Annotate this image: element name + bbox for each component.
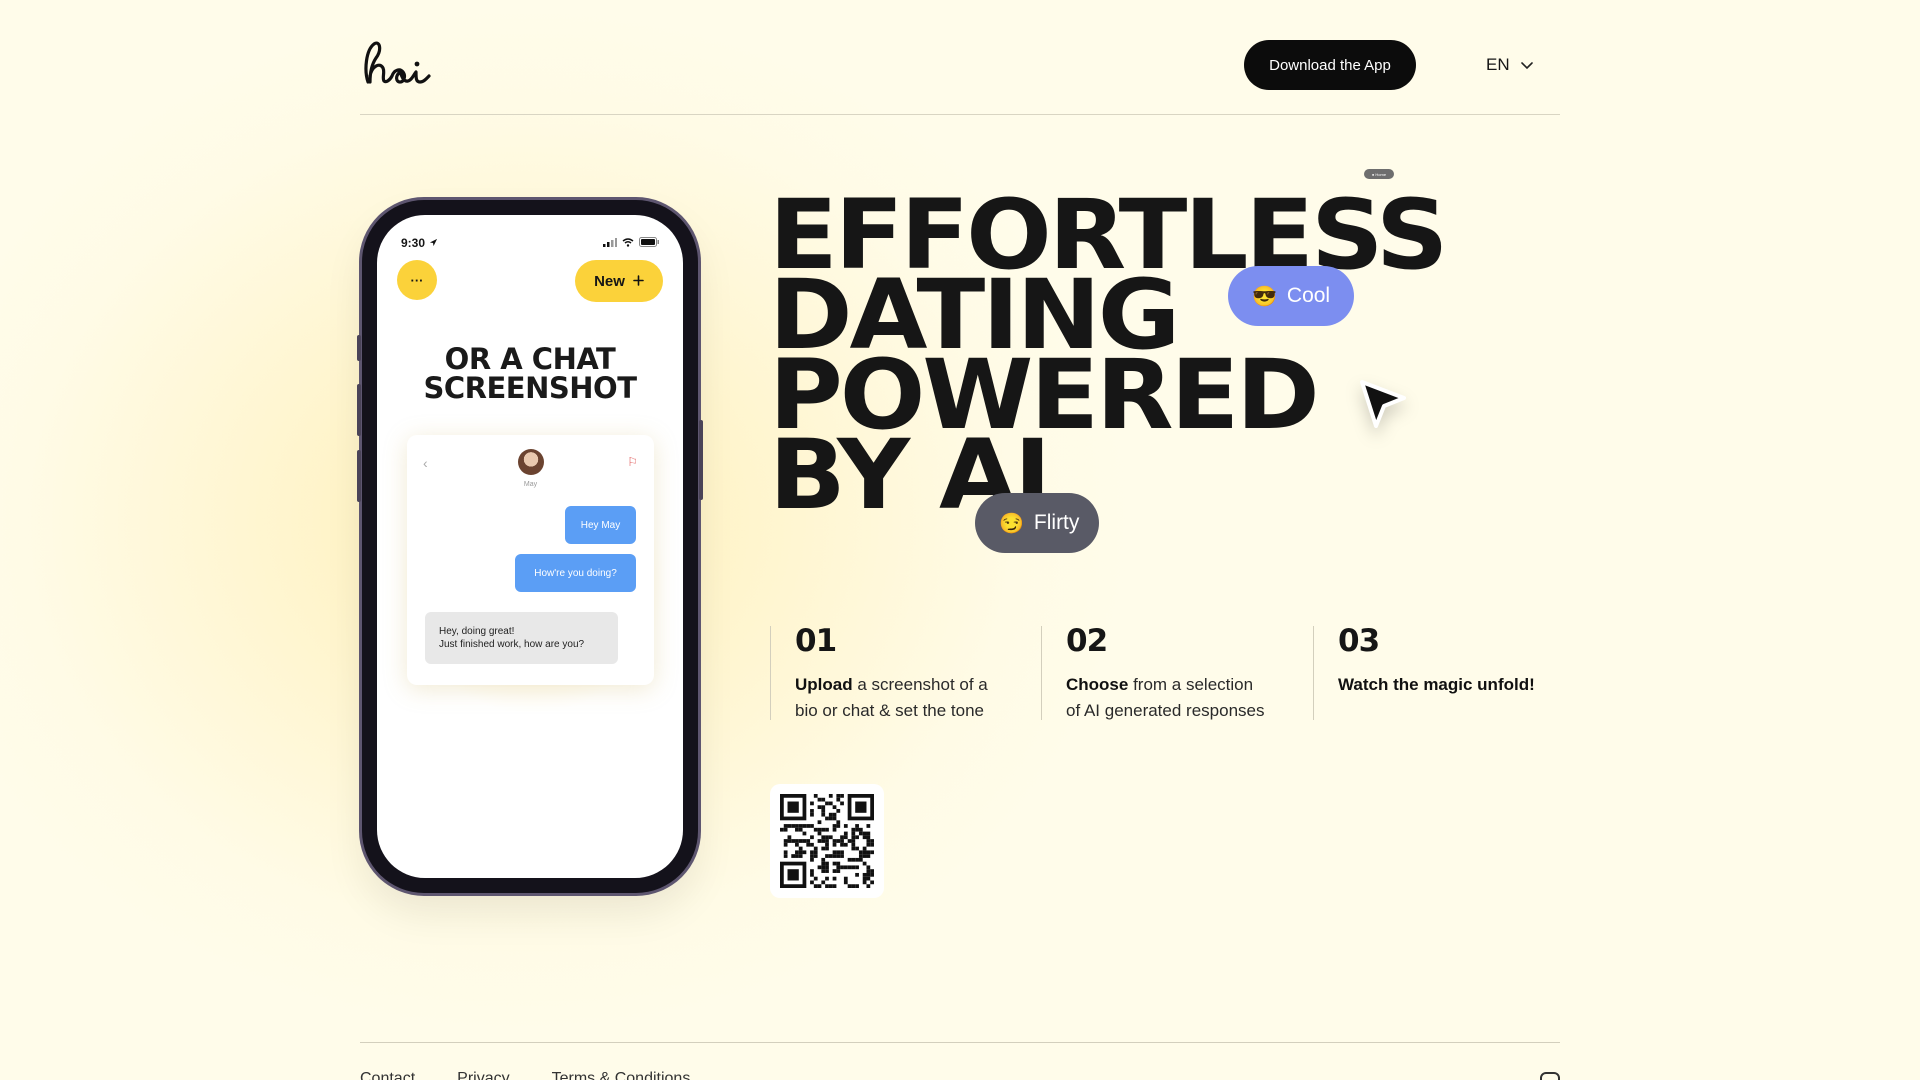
step-description: Choose from a selection of AI generated …	[1066, 672, 1301, 724]
status-time: 9:30	[401, 236, 426, 250]
chat-bubble-line: Hey, doing great!	[439, 626, 515, 637]
step-choose: 02 Choose from a selection of AI generat…	[1041, 626, 1301, 720]
qr-code[interactable]	[770, 784, 884, 898]
step-rest: from a selection	[1128, 675, 1254, 694]
flirty-emoji-icon: 😏	[999, 512, 1024, 535]
menu-dots-icon: ···	[410, 272, 424, 288]
chat-contact-name: May	[523, 481, 538, 488]
chat-screenshot-card: ‹ ⚐ May Hey May How're you doing? Hey, d…	[407, 435, 654, 685]
step-bold: Choose	[1066, 675, 1129, 694]
chat-bubble-text: Hey May	[580, 519, 621, 531]
footer-link-privacy[interactable]: Privacy	[457, 1070, 509, 1080]
hai-logo[interactable]	[360, 36, 432, 86]
chat-bubble-text: How're you doing?	[534, 567, 617, 579]
site-header: Download the App EN	[360, 0, 1560, 115]
back-chevron-icon: ‹	[423, 455, 428, 471]
phone-power-button	[699, 420, 703, 500]
cool-emoji-icon: 😎	[1252, 285, 1277, 308]
step-number: 01	[795, 623, 837, 659]
footer-link-terms[interactable]: Terms & Conditions	[552, 1070, 691, 1080]
instagram-icon[interactable]	[1540, 1072, 1560, 1080]
step-bold: Watch the magic unfold!	[1338, 675, 1535, 694]
phone-heading: OR A CHAT SCREENSHOT	[377, 345, 683, 403]
phone-mute-button	[357, 335, 361, 361]
status-bar: 9:30	[401, 235, 659, 251]
qr-code-graphic	[780, 794, 874, 888]
phone-menu-button[interactable]: ···	[397, 260, 437, 300]
step-bold: Upload	[795, 675, 853, 694]
footer-link-contact[interactable]: Contact	[360, 1070, 415, 1080]
step-number: 03	[1338, 623, 1380, 659]
status-time-group: 9:30	[401, 236, 438, 250]
location-arrow-icon	[429, 236, 438, 250]
tone-pill-flirty: 😏 Flirty	[975, 493, 1099, 553]
tone-pill-cool: 😎 Cool	[1228, 266, 1354, 326]
step-rest: a screenshot of a	[852, 675, 988, 694]
chat-bubble-line: Just finished work, how are you?	[439, 639, 585, 650]
avatar	[518, 449, 544, 475]
wifi-icon	[622, 236, 634, 250]
step-description: Watch the magic unfold!	[1338, 672, 1573, 698]
tiny-tag-pill: ● Home	[1364, 169, 1394, 179]
download-app-label: Download the App	[1269, 56, 1391, 74]
download-app-button[interactable]: Download the App	[1244, 40, 1416, 90]
chat-bubble-text: Hey, doing great! Just finished work, ho…	[439, 625, 584, 651]
step-upload: 01 Upload a screenshot of a bio or chat …	[770, 626, 1030, 720]
phone-heading-line-1: OR A CHAT	[444, 342, 616, 376]
footer-divider	[360, 1042, 1560, 1043]
language-label: EN	[1486, 55, 1510, 74]
phone-screen: 9:30 ··· New OR A CHAT SCREENSHOT ‹ ⚐ Ma…	[377, 215, 683, 878]
language-selector[interactable]: EN	[1486, 40, 1534, 90]
step-description: Upload a screenshot of a bio or chat & s…	[795, 672, 1030, 724]
phone-mockup: 9:30 ··· New OR A CHAT SCREENSHOT ‹ ⚐ Ma…	[357, 200, 703, 893]
phone-new-button[interactable]: New	[575, 260, 663, 302]
step-watch: 03 Watch the magic unfold!	[1313, 626, 1573, 720]
tone-pill-label: Cool	[1286, 284, 1331, 307]
chat-bubble-received: Hey, doing great! Just finished work, ho…	[425, 612, 618, 664]
tone-pill-label: Flirty	[1033, 511, 1080, 534]
flag-icon: ⚐	[627, 455, 638, 469]
cursor-arrow-icon	[1358, 378, 1410, 435]
new-label: New	[594, 272, 625, 290]
step-rest: bio or chat & set the tone	[795, 701, 985, 720]
chevron-down-icon	[1520, 61, 1534, 70]
footer-links: Contact Privacy Terms & Conditions	[360, 1070, 690, 1080]
signal-icon	[603, 236, 617, 250]
chat-bubble-sent: How're you doing?	[515, 554, 636, 592]
plus-icon	[633, 273, 644, 290]
chat-bubble-sent: Hey May	[565, 506, 636, 544]
phone-volume-up-button	[357, 384, 361, 436]
status-icons	[603, 236, 659, 250]
hero-title: EFFORTLESS DATING POWERED BY AI	[769, 187, 1567, 523]
battery-icon	[639, 236, 659, 250]
phone-heading-line-2: SCREENSHOT	[423, 371, 637, 405]
phone-volume-down-button	[357, 450, 361, 502]
step-rest: of AI generated responses	[1066, 701, 1265, 720]
step-number: 02	[1066, 623, 1108, 659]
